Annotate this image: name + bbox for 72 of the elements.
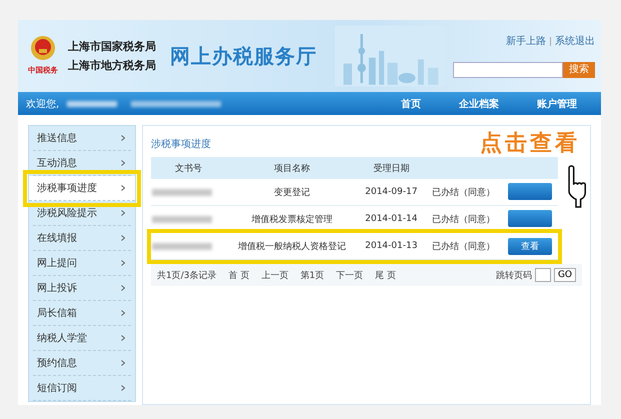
chevron-icon [121, 210, 125, 216]
record-summary: 共1页/3条记录 [157, 270, 216, 282]
chevron-icon [121, 360, 125, 366]
top-link[interactable]: 系统退出 [555, 34, 595, 48]
sidebar-label: 推送信息 [37, 132, 77, 145]
go-button[interactable]: GO [554, 268, 576, 282]
sidebar-label: 预约信息 [37, 356, 77, 370]
pager-link[interactable]: 首 页 [228, 268, 250, 282]
sidebar-item[interactable]: 短信订阅 [33, 376, 131, 401]
jump-label: 跳转页码 [496, 270, 532, 282]
table-cell: 已办结（同意） [424, 179, 502, 206]
sidebar-item[interactable]: 预约信息 [33, 351, 131, 376]
chevron-icon [121, 285, 125, 291]
sidebar-label: 短信订阅 [37, 382, 77, 395]
sidebar-label: 网上投诉 [37, 282, 77, 295]
column-header: 受理日期 [358, 157, 424, 179]
nav-link[interactable]: 首页 [401, 96, 421, 110]
table-cell: 已办结（同意） [424, 206, 502, 232]
sidebar-item[interactable]: 纳税人学堂 [33, 326, 131, 351]
panel-title: 涉税事项进度 [151, 138, 211, 151]
site-title: 网上办税服务厅 [170, 42, 317, 70]
search-field[interactable] [453, 62, 563, 78]
table-cell: 2014-09-17 [358, 179, 424, 206]
pager-link[interactable]: 下一页 [336, 268, 364, 282]
welcome-text: 欢迎您, [26, 98, 60, 110]
redacted-number [152, 188, 212, 196]
nav-link[interactable]: 企业档案 [459, 96, 499, 110]
pager-link[interactable]: 第1页 [300, 268, 324, 282]
sidebar-label: 网上提问 [37, 256, 77, 270]
table-cell: 2014-01-14 [358, 206, 424, 232]
bureau-name: 上海市地方税务局 [68, 58, 156, 73]
nav-link[interactable]: 账户管理 [537, 96, 577, 110]
sidebar-label: 涉税事项进度 [37, 182, 97, 195]
sidebar-label: 在线填报 [37, 232, 77, 245]
sidebar-item[interactable]: 网上提问 [33, 251, 131, 276]
chevron-icon [121, 385, 125, 391]
bureau-name: 上海市国家税务局 [68, 39, 156, 54]
sidebar-item[interactable]: 局长信箱 [33, 301, 131, 326]
view-button[interactable]: 查看 [508, 238, 552, 254]
chevron-icon [121, 135, 125, 141]
chevron-icon [121, 335, 125, 341]
table-cell: 增值税一般纳税人资格登记 [226, 232, 359, 260]
column-header: 项目名称 [226, 157, 359, 179]
pager-link[interactable]: 尾 页 [375, 268, 396, 282]
sidebar-label: 局长信箱 [37, 306, 77, 320]
chevron-icon [121, 260, 125, 266]
view-button[interactable] [508, 210, 552, 226]
sidebar-item[interactable]: 在线填报 [33, 226, 131, 251]
sidebar-label: 纳税人学堂 [37, 332, 87, 345]
table-cell: 增值税发票核定管理 [226, 206, 359, 232]
view-button[interactable] [508, 182, 552, 200]
table-cell: 变更登记 [226, 179, 359, 206]
callout-text: 点击查看 [480, 130, 580, 158]
table-cell: 已办结（同意） [424, 232, 502, 260]
chevron-icon [121, 160, 125, 166]
chevron-icon [121, 185, 125, 191]
top-link[interactable]: 新手上路 [506, 34, 546, 48]
redacted-name [67, 100, 118, 106]
chevron-icon [121, 310, 125, 316]
redacted-number [152, 242, 212, 250]
sidebar-label: 涉税风险提示 [37, 206, 97, 220]
sidebar-item[interactable]: 网上投诉 [33, 276, 131, 301]
table-cell: 2014-01-13 [358, 232, 424, 260]
emblem-icon [30, 35, 56, 63]
sidebar-item[interactable]: 涉税风险提示 [33, 201, 131, 226]
chevron-icon [121, 235, 125, 241]
pager-link[interactable]: 上一页 [261, 268, 288, 282]
page-field[interactable] [534, 268, 551, 282]
sidebar-item[interactable]: 推送信息 [33, 126, 131, 151]
sidebar-label: 互动消息 [37, 156, 77, 170]
redacted-number [152, 216, 212, 222]
column-header: 文书号 [151, 157, 226, 179]
